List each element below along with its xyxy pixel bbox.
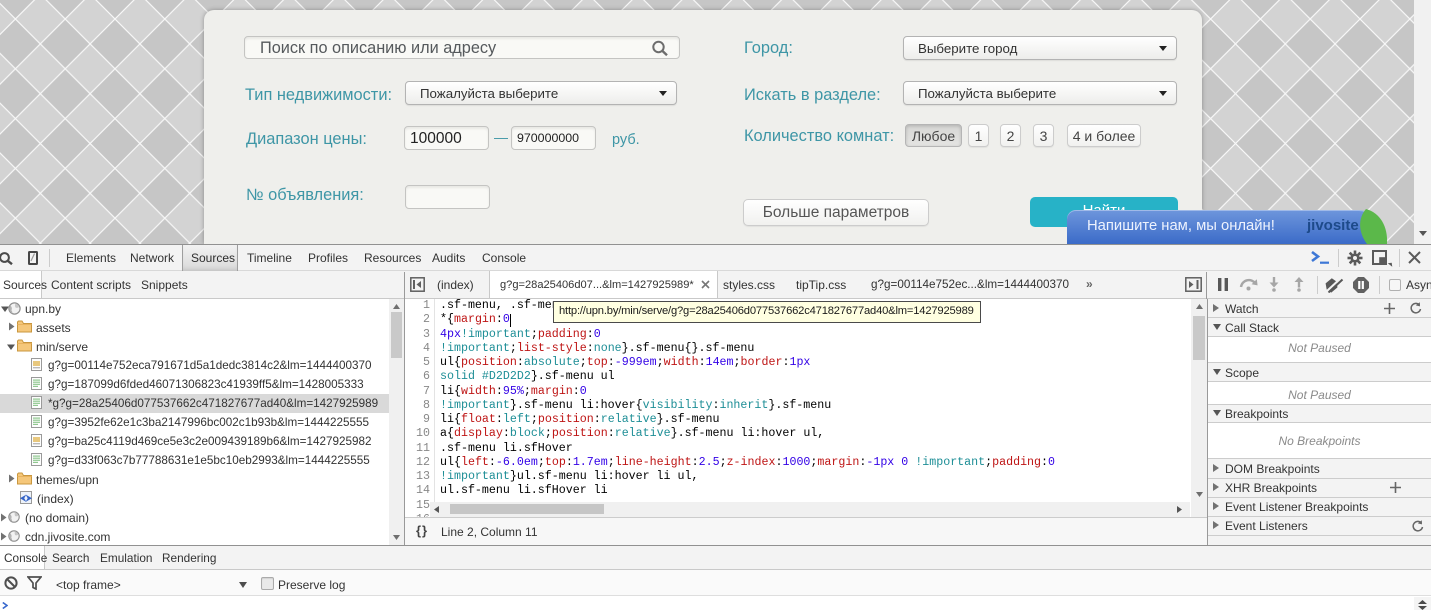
svg-text:⮜⮞: ⮜⮞ bbox=[20, 494, 32, 503]
